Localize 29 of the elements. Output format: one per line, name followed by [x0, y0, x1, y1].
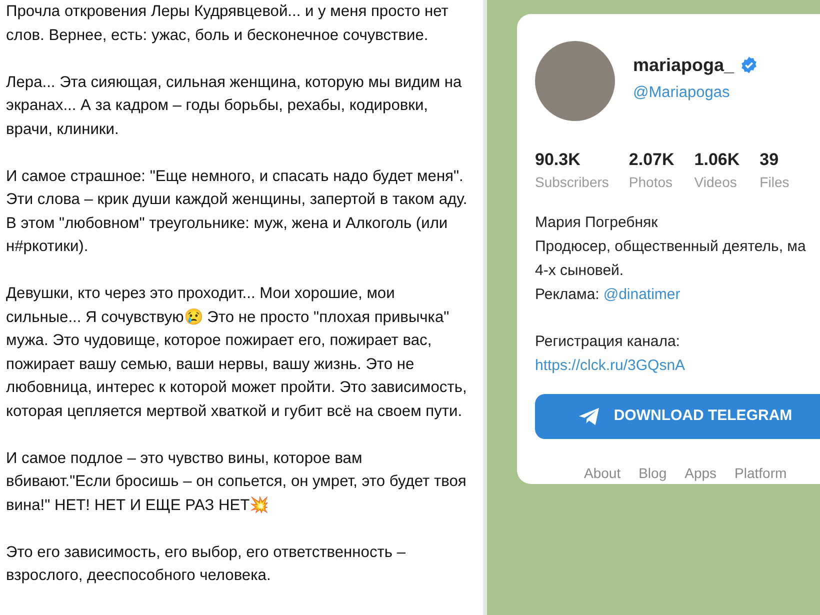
footer-link[interactable]: Platform — [734, 463, 787, 484]
post-paragraph: И самое подлое – это чувство вины, которое вам вбивают."Если бросишь – он сопьется, он умрет, это будет твоя вина!" НЕТ! НЕТ И ЕЩЕ РАЗ НЕТ💥 — [6, 448, 468, 516]
ads-label: Реклама: — [535, 285, 600, 305]
stat-value: 39 — [760, 149, 780, 171]
post-paragraph: И самое страшное: "Еще немного, и спасать надо будет меня". Эти слова – крик души каждой женщины, запертой в таком аду. В этом "любовном" треугольнике: муж, жена и Алкоголь (или н#ркотики). — [6, 166, 468, 257]
stat-label: Subscribers — [535, 173, 609, 192]
download-button[interactable]: DOWNLOAD TELEGRAM — [535, 394, 820, 439]
channel-username: @Mariapogas — [633, 82, 731, 103]
registration-label: Регистрация канала: — [535, 332, 681, 352]
footer-link[interactable]: About — [584, 463, 621, 484]
ads-link[interactable]: @dinatimer — [603, 283, 680, 307]
paper-plane-icon — [578, 406, 600, 426]
bio-name: Мария Погребняк — [535, 213, 659, 233]
post-paragraph: Девушки, кто через это проходит... Мои хорошие, мои сильные... Я сочувствую😢 Это не просто "плохая привычка" мужа. Это чудовище, которое пожирает его, пожирает вас, пожирает вашу семью, ваши нервы, вашу жизнь. Это не любовница, интерес к которой может пройти. Это зависимость, которая цепляется мертвой хваткой и губит всё на своем пути. — [6, 284, 468, 422]
post-paragraph: Лера... Эта сияющая, сильная женщина, которую мы видим на экранах... А за кадром – годы борьбы, рехабы, кодировки, врачи, клиники. — [6, 72, 463, 140]
stat-label: Photos — [628, 173, 674, 192]
stat-value: 2.07K — [628, 149, 674, 171]
stat-value: 1.06K — [694, 149, 740, 171]
stat-label: Files — [760, 173, 790, 192]
registration-link[interactable]: https://clck.ru/3GQsnA — [535, 354, 686, 378]
bio-text: 4-х сыновей. — [535, 261, 625, 281]
bio-text: Продюсер, общественный деятель, ма — [535, 237, 807, 257]
channel-name: mariapoga_ — [633, 54, 734, 77]
post-paragraph: Это его зависимость, его выбор, его ответственность – взрослого, дееспособного человека. — [6, 542, 407, 586]
stat-label: Videos — [694, 173, 738, 192]
footer-link[interactable]: Apps — [684, 463, 717, 484]
post-paragraph: Прочла откровения Леры Кудрявцевой... и у меня просто нет слов. Вернее, есть: ужас, боль и бесконечное сочувствие. — [6, 2, 450, 46]
stat-value: 90.3K — [535, 149, 582, 171]
footer-link[interactable]: Blog — [638, 463, 667, 484]
